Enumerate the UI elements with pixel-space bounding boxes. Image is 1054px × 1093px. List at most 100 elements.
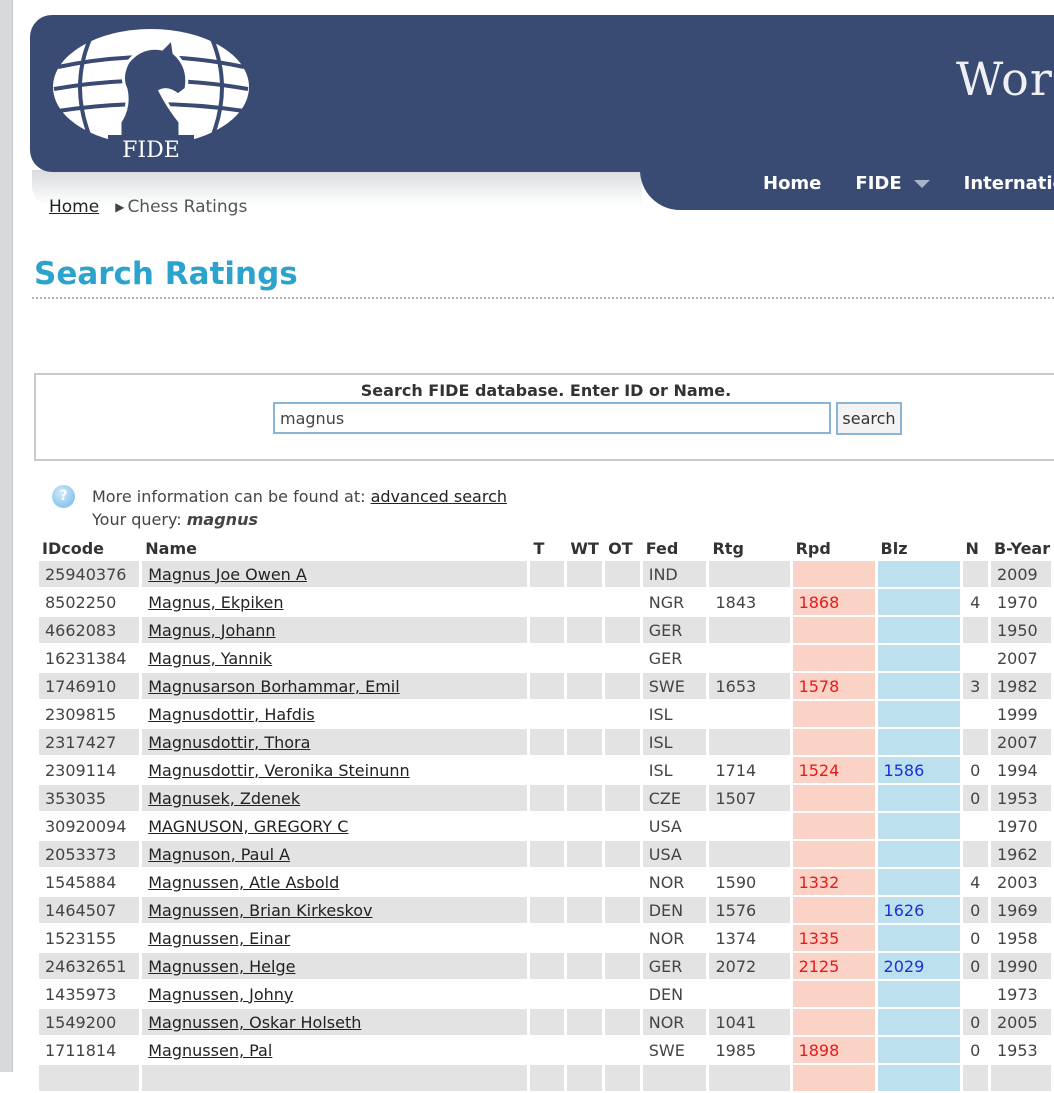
search-button[interactable]: search [836, 402, 902, 435]
player-name-link[interactable]: Magnussen, Helge [148, 957, 295, 976]
rapid-rating-cell: 1335 [792, 925, 875, 951]
standard-rating-cell: 1507 [709, 785, 790, 811]
player-name-link[interactable]: MAGNUSON, GREGORY C [148, 817, 348, 836]
games-count-cell: 0 [962, 1037, 988, 1063]
birth-year-cell: 1953 [990, 1037, 1051, 1063]
name-cell: Magnuson, Paul A [142, 841, 528, 867]
birth-year-cell: 1958 [990, 925, 1051, 951]
women-title-cell [567, 617, 603, 643]
federation-cell: NOR [642, 869, 707, 895]
name-cell: Magnus, Ekpiken [142, 589, 528, 615]
player-name-link[interactable]: Magnussen, Oskar Holseth [148, 1013, 361, 1032]
title-cell [530, 617, 565, 643]
nav-international[interactable]: International [964, 173, 1054, 194]
id-cell: 1523155 [39, 925, 140, 951]
fide-logo-icon[interactable]: FIDE [50, 27, 252, 159]
title-cell [530, 673, 565, 699]
title-cell [530, 645, 565, 671]
rapid-rating-cell: 2125 [792, 953, 875, 979]
other-title-cell [605, 617, 640, 643]
advanced-search-link[interactable]: advanced search [371, 487, 507, 506]
rapid-rating-cell [792, 645, 875, 671]
search-panel: Search FIDE database. Enter ID or Name. … [34, 373, 1054, 461]
player-name-link[interactable]: Magnusdottir, Thora [148, 733, 310, 752]
column-header: T [533, 538, 545, 558]
column-header: OT [608, 538, 633, 558]
games-count-cell: 0 [962, 757, 988, 783]
player-name-link[interactable]: Magnussen, Brian Kirkeskov [148, 901, 372, 920]
other-title-cell [605, 673, 640, 699]
name-cell: Magnusarson Borhammar, Emil [142, 673, 528, 699]
federation-cell: NGR [642, 589, 707, 615]
player-name-link[interactable]: Magnussen, Pal [148, 1041, 272, 1060]
games-count-cell: 0 [962, 953, 988, 979]
table-row: 1549200 Magnussen, Oskar Holseth NOR 1041 0 2… [39, 1009, 1051, 1035]
player-name-link[interactable]: Magnuson, Paul A [148, 845, 290, 864]
player-name-link[interactable]: Magnussen, Einar [148, 929, 290, 948]
id-cell: 353035 [39, 785, 140, 811]
other-title-cell [605, 645, 640, 671]
player-name-link[interactable]: Magnus Joe Owen A [148, 565, 307, 584]
other-title-cell [605, 757, 640, 783]
women-title-cell [567, 701, 603, 727]
birth-year-cell: 1970 [990, 813, 1051, 839]
rapid-rating-cell [792, 617, 875, 643]
chevron-down-icon [913, 179, 930, 188]
table-row: 16231384 Magnus, Yannik GER 2007 [39, 645, 1051, 671]
player-name-link[interactable]: Magnusdottir, Hafdis [148, 705, 314, 724]
title-cell [530, 869, 565, 895]
rapid-rating-cell [792, 897, 875, 923]
name-cell [142, 1065, 528, 1091]
player-name-link[interactable]: Magnussen, Johny [148, 985, 293, 1004]
other-title-cell [605, 729, 640, 755]
nav-home[interactable]: Home [763, 173, 821, 194]
rapid-rating-cell [792, 1065, 875, 1091]
federation-cell: GER [642, 953, 707, 979]
other-title-cell [605, 701, 640, 727]
name-cell: Magnussen, Oskar Holseth [142, 1009, 528, 1035]
player-name-link[interactable]: Magnusek, Zdenek [148, 789, 300, 808]
table-row: 30920094 MAGNUSON, GREGORY C USA 1970 [39, 813, 1051, 839]
games-count-cell [962, 617, 988, 643]
games-count-cell: 0 [962, 897, 988, 923]
federation-cell: USA [642, 841, 707, 867]
rapid-rating-cell: 1332 [792, 869, 875, 895]
games-count-cell [962, 841, 988, 867]
player-name-link[interactable]: Magnusdottir, Veronika Steinunn [148, 761, 409, 780]
federation-cell: SWE [642, 1037, 707, 1063]
player-name-link[interactable]: Magnusarson Borhammar, Emil [148, 677, 399, 696]
federation-cell: CZE [642, 785, 707, 811]
federation-cell: ISL [642, 757, 707, 783]
title-cell [530, 953, 565, 979]
title-cell [530, 1037, 565, 1063]
birth-year-cell: 1982 [990, 673, 1051, 699]
breadcrumb-home-link[interactable]: Home [49, 197, 99, 217]
column-header: Name [145, 538, 197, 558]
nav-fide[interactable]: FIDE [855, 173, 930, 194]
id-cell: 2309114 [39, 757, 140, 783]
rapid-rating-cell [792, 841, 875, 867]
id-cell: 2309815 [39, 701, 140, 727]
blitz-rating-cell [877, 729, 960, 755]
rapid-rating-cell [792, 561, 875, 587]
search-input[interactable] [273, 402, 831, 434]
title-cell [530, 785, 565, 811]
title-cell [530, 729, 565, 755]
birth-year-cell: 1999 [990, 701, 1051, 727]
name-cell: Magnus Joe Owen A [142, 561, 528, 587]
player-name-link[interactable]: Magnussen, Atle Asbold [148, 873, 339, 892]
standard-rating-cell: 1653 [709, 673, 790, 699]
search-caption: Search FIDE database. Enter ID or Name. [360, 381, 732, 400]
player-name-link[interactable]: Magnus, Ekpiken [148, 593, 283, 612]
player-name-link[interactable]: Magnus, Yannik [148, 649, 272, 668]
name-cell: Magnussen, Helge [142, 953, 528, 979]
name-cell: MAGNUSON, GREGORY C [142, 813, 528, 839]
rapid-rating-cell: 1868 [792, 589, 875, 615]
column-header: WT [570, 538, 599, 558]
birth-year-cell: 1990 [990, 953, 1051, 979]
women-title-cell [567, 785, 603, 811]
player-name-link[interactable]: Magnus, Johann [148, 621, 275, 640]
standard-rating-cell: 1843 [709, 589, 790, 615]
women-title-cell [567, 561, 603, 587]
id-cell: 1435973 [39, 981, 140, 1007]
